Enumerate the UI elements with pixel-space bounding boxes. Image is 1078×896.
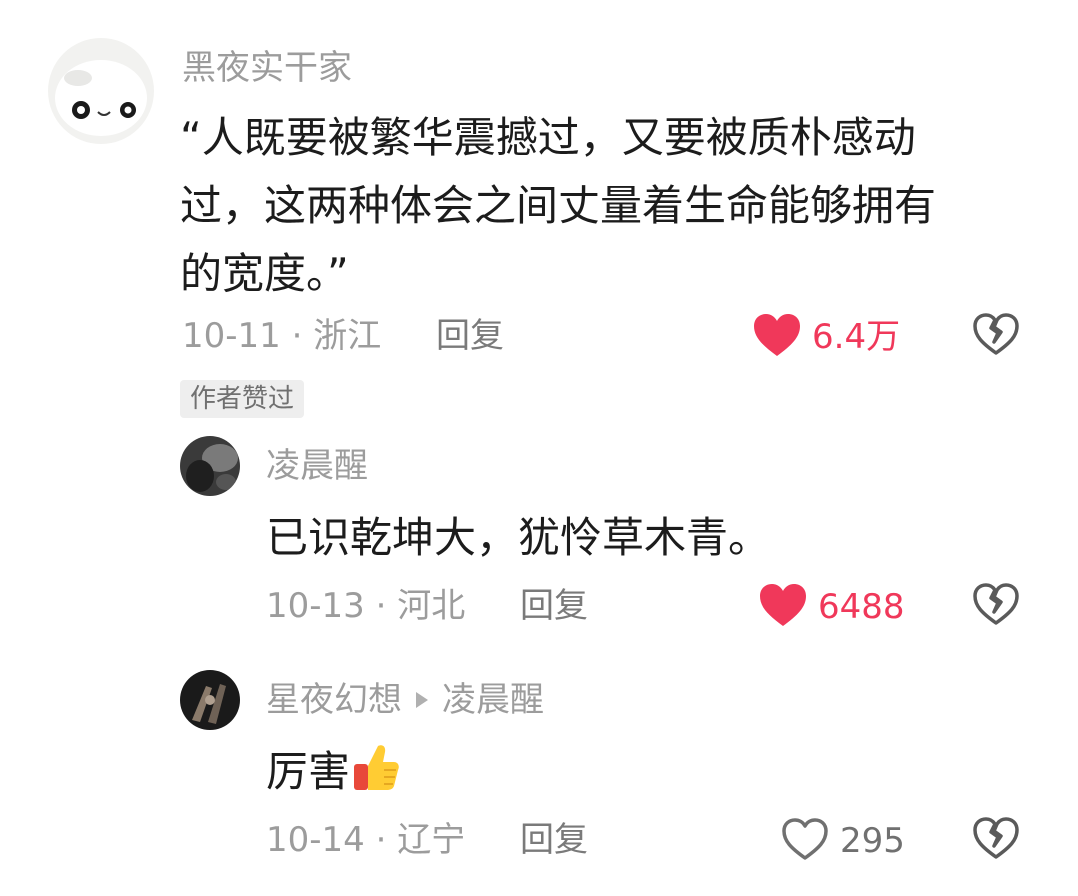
heart-filled-icon	[758, 582, 808, 632]
username[interactable]: 黑夜实干家	[182, 48, 352, 88]
reply-text: 厉害	[266, 747, 351, 796]
dislike-button[interactable]	[972, 816, 1020, 864]
reply-author[interactable]: 星夜幻想	[266, 680, 402, 720]
thumbs-up-icon	[352, 742, 400, 812]
reply-target-username[interactable]: 凌晨醒	[442, 680, 544, 720]
reply-date-location: 10-14 · 辽宁	[266, 820, 466, 860]
comment-line-1: “人既要被繁华震撼过，又要被质朴感动	[180, 113, 916, 162]
broken-heart-icon	[972, 313, 1020, 360]
reply-button[interactable]: 回复	[520, 820, 588, 860]
reply-text: 已识乾坤大，犹怜草木青。	[266, 513, 771, 562]
like-count: 6.4万	[812, 317, 901, 357]
comment-thread: 黑夜实干家 “人既要被繁华震撼过，又要被质朴感动 过，这两种体会之间丈量着生命能…	[0, 0, 1078, 896]
reply-text-row: 厉害	[266, 738, 400, 812]
heart-outline-icon	[780, 816, 830, 866]
heart-filled-icon	[752, 312, 802, 362]
avatar[interactable]	[48, 38, 154, 144]
broken-heart-icon	[972, 817, 1020, 864]
like-button[interactable]: 6.4万	[752, 312, 900, 362]
comment-line-2: 过，这两种体会之间丈量着生命能够拥有	[180, 181, 937, 230]
dislike-button[interactable]	[972, 312, 1020, 360]
reply-button[interactable]: 回复	[520, 586, 588, 626]
avatar[interactable]	[180, 670, 240, 730]
reply-date-location: 10-13 · 河北	[266, 586, 466, 626]
like-button[interactable]: 295	[780, 816, 905, 866]
like-count: 295	[840, 821, 905, 861]
dislike-button[interactable]	[972, 582, 1020, 630]
broken-heart-icon	[972, 583, 1020, 630]
avatar[interactable]	[180, 436, 240, 496]
like-count: 6488	[818, 587, 905, 627]
comment-line-3: 的宽度。”	[180, 249, 349, 298]
reply-to-arrow-icon	[416, 691, 428, 708]
username[interactable]: 凌晨醒	[266, 446, 368, 486]
username[interactable]: 星夜幻想 凌晨醒	[266, 680, 544, 720]
author-liked-badge: 作者赞过	[180, 380, 305, 418]
reply-button[interactable]: 回复	[436, 316, 504, 356]
comment-date-location: 10-11 · 浙江	[182, 316, 382, 356]
like-button[interactable]: 6488	[758, 582, 905, 632]
